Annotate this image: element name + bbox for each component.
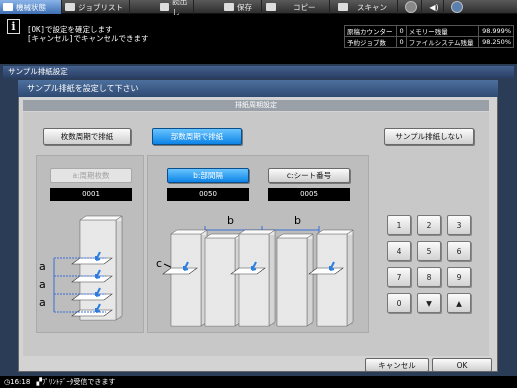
job-list-icon — [65, 3, 75, 11]
counter-value: 98.250% — [477, 36, 515, 48]
machine-status-icon — [3, 3, 13, 11]
status-text: ﾌﾟﾘﾝﾄﾃﾞｰﾀ受信できます — [41, 378, 116, 386]
sheet-cycle-button[interactable]: 枚数周期で排紙 — [43, 128, 131, 145]
keypad-key-7[interactable]: 7 — [387, 267, 411, 287]
keypad-key-down[interactable]: ▼ — [417, 293, 441, 313]
field-a-button: a:周期枚数 — [50, 168, 132, 183]
recall-icon — [160, 3, 170, 11]
keypad-key-1[interactable]: 1 — [387, 215, 411, 235]
keypad-key-6[interactable]: 6 — [447, 241, 471, 261]
tab-job-list[interactable]: ジョブリスト — [62, 0, 130, 14]
ok-button[interactable]: OK — [432, 358, 492, 372]
store-icon — [224, 3, 234, 11]
keypad-key-9[interactable]: 9 — [447, 267, 471, 287]
diagram-label-b: b — [294, 214, 301, 227]
dialog-header: サンプル排紙を設定して下さい — [18, 80, 498, 97]
keypad-key-8[interactable]: 8 — [417, 267, 441, 287]
counter-table: 原稿カウンター 0 メモリー残量 98.999% 予約ジョブ数 0 ファイルシス… — [343, 25, 515, 48]
field-b-value: 0050 — [167, 188, 249, 201]
diagram-label-a: a — [39, 278, 46, 291]
keypad-key-5[interactable]: 5 — [417, 241, 441, 261]
sheet-cycle-diagram: a a a — [39, 215, 123, 321]
tab-copy[interactable]: コピー — [262, 0, 330, 14]
keypad-key-0[interactable]: 0 — [387, 293, 411, 313]
status-time: 16:18 — [10, 378, 31, 386]
field-b-button[interactable]: b:部間隔 — [167, 168, 249, 183]
copy-icon — [266, 3, 276, 11]
copy-cycle-button[interactable]: 部数周期で排紙 — [152, 128, 242, 145]
status-bar: ◷16:18 ▞ﾌﾟﾘﾝﾄﾃﾞｰﾀ受信できます — [0, 376, 517, 388]
tab-machine-status[interactable]: 機械状態 — [0, 0, 62, 14]
window-title: サンプル排紙設定 — [3, 66, 514, 78]
power-icon — [405, 1, 417, 13]
diagram-label-c: c — [156, 257, 162, 270]
counter-label: 予約ジョブ数 — [343, 36, 398, 48]
tab-label: コピー — [293, 2, 316, 12]
help-icon — [451, 1, 463, 13]
keypad-key-4[interactable]: 4 — [387, 241, 411, 261]
counter-value: 0 — [396, 25, 407, 37]
field-c-value: 0005 — [268, 188, 350, 201]
tab-label: 機械状態 — [16, 2, 46, 12]
counter-row: 予約ジョブ数 0 ファイルシステム残量 98.250% — [343, 36, 515, 48]
tab-label: ジョブリスト — [78, 2, 123, 12]
counter-label: 原稿カウンター — [343, 25, 398, 37]
keypad-key-up[interactable]: ▲ — [447, 293, 471, 313]
tab-recall[interactable]: 読出し — [130, 0, 194, 17]
field-a-value: 0001 — [50, 188, 132, 201]
keypad-key-3[interactable]: 3 — [447, 215, 471, 235]
panel-header: 排紙周期設定 — [23, 100, 489, 111]
diagram-label-b: b — [227, 214, 234, 227]
speaker-icon: ◀) — [429, 2, 439, 12]
tab-store[interactable]: 保存 — [194, 0, 262, 14]
message-line-2: [キャンセル]でキャンセルできます — [27, 34, 149, 43]
tab-label: スキャン — [357, 2, 387, 12]
help-button[interactable] — [444, 0, 467, 14]
tab-scan[interactable]: スキャン — [330, 0, 398, 14]
no-sample-button[interactable]: サンプル排紙しない — [384, 128, 474, 145]
power-button[interactable] — [398, 0, 422, 14]
diagram-label-a: a — [39, 296, 46, 309]
counter-label: メモリー残量 — [405, 25, 479, 37]
counter-row: 原稿カウンター 0 メモリー残量 98.999% — [343, 25, 515, 37]
keypad-key-2[interactable]: 2 — [417, 215, 441, 235]
diagram-label-a: a — [39, 260, 46, 273]
volume-button[interactable]: ◀) — [422, 0, 444, 14]
paper-stack — [71, 215, 123, 321]
counter-value: 98.999% — [477, 25, 515, 37]
cancel-button[interactable]: キャンセル — [365, 358, 429, 372]
copy-cycle-diagram: b b c — [156, 214, 354, 327]
top-tab-bar: 機械状態 ジョブリスト 読出し 保存 コピー スキャン ◀) — [0, 0, 517, 17]
counter-label: ファイルシステム残量 — [405, 36, 479, 48]
counter-value: 0 — [396, 36, 407, 48]
tab-label: 保存 — [237, 2, 252, 12]
scan-icon — [338, 3, 348, 11]
field-c-button[interactable]: c:シート番号 — [268, 168, 350, 183]
info-icon: i — [7, 19, 20, 34]
paper-stacks — [162, 229, 354, 327]
